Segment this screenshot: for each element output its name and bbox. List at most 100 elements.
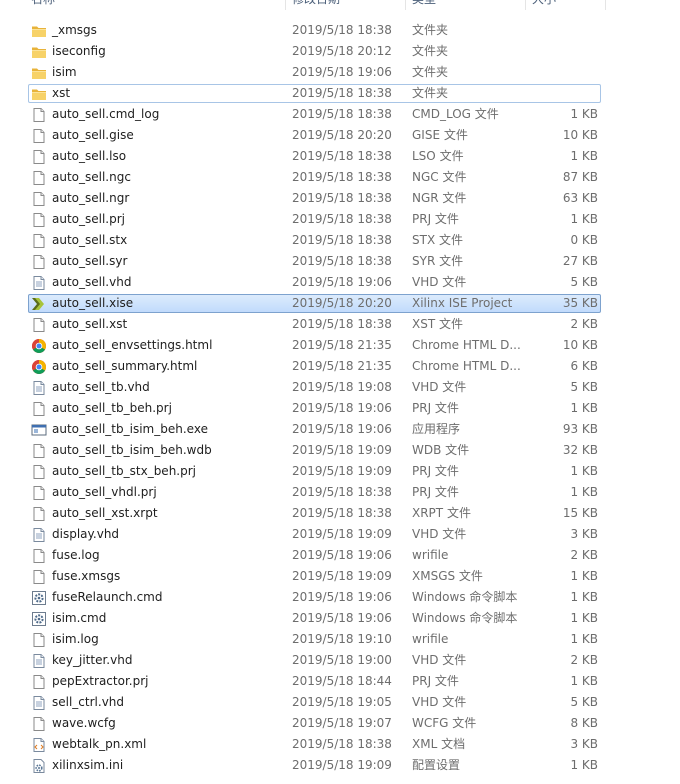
folder-icon: [31, 86, 47, 102]
file-size: [520, 84, 598, 103]
file-icon: [31, 506, 47, 522]
column-type-header[interactable]: 类型: [412, 0, 436, 10]
file-date: 2019/5/18 19:10: [292, 632, 392, 646]
file-row[interactable]: auto_sell_tb.vhd 2019/5/18 19:08 VHD 文件 5 K…: [0, 378, 680, 399]
column-name-header[interactable]: 名称: [31, 0, 55, 10]
file-row[interactable]: auto_sell_xst.xrpt 2019/5/18 18:38 XRPT 文件…: [0, 504, 680, 525]
file-row[interactable]: auto_sell.xst 2019/5/18 18:38 XST 文件 2 KB: [0, 315, 680, 336]
file-type: NGC 文件: [412, 170, 467, 184]
column-divider[interactable]: [605, 0, 606, 10]
file-row[interactable]: sell_ctrl.vhd 2019/5/18 19:05 VHD 文件 5 KB: [0, 693, 680, 714]
file-size: 1 KB: [570, 464, 598, 478]
file-type: 文件夹: [412, 65, 449, 79]
file-row[interactable]: auto_sell_summary.html 2019/5/18 21:35 Chr…: [0, 357, 680, 378]
file-row[interactable]: auto_sell_tb_isim_beh.exe 2019/5/18 19:06…: [0, 420, 680, 441]
file-date: 2019/5/18 19:09: [292, 758, 392, 772]
file-row[interactable]: xilinxsim.ini 2019/5/18 19:09 配置设置 1 KB: [0, 756, 680, 777]
file-row[interactable]: auto_sell.ngr 2019/5/18 18:38 NGR 文件 63 KB: [0, 189, 680, 210]
file-row[interactable]: auto_sell.stx 2019/5/18 18:38 STX 文件 0 KB: [0, 231, 680, 252]
file-type: Chrome HTML D...: [412, 359, 521, 373]
file-name: fuse.log: [52, 548, 100, 562]
file-name: isim.log: [52, 632, 99, 646]
file-size: 1 KB: [570, 212, 598, 226]
file-row[interactable]: auto_sell_tb_beh.prj 2019/5/18 19:06 PRJ 文…: [0, 399, 680, 420]
column-divider[interactable]: [285, 0, 286, 10]
file-name: auto_sell.gise: [52, 128, 134, 142]
column-divider[interactable]: [405, 0, 406, 10]
file-date: 2019/5/18 19:06: [292, 422, 392, 436]
file-size: 1 KB: [570, 485, 598, 499]
file-icon: [31, 569, 47, 585]
file-name: xilinxsim.ini: [52, 758, 124, 772]
file-size: 5 KB: [570, 695, 598, 709]
file-row[interactable]: isim.cmd 2019/5/18 19:06 Windows 命令脚本 1 KB: [0, 609, 680, 630]
file-row[interactable]: auto_sell_tb_stx_beh.prj 2019/5/18 19:09 P…: [0, 462, 680, 483]
file-name: isim.cmd: [52, 611, 107, 625]
file-type: wrifile: [412, 632, 449, 646]
folder-row[interactable]: _xmsgs 2019/5/18 18:38 文件夹: [0, 21, 680, 42]
file-row[interactable]: auto_sell.vhd 2019/5/18 19:06 VHD 文件 5 KB: [0, 273, 680, 294]
column-date-header[interactable]: 修改日期: [292, 0, 340, 10]
file-row[interactable]: fuse.xmsgs 2019/5/18 19:09 XMSGS 文件 1 KB: [0, 567, 680, 588]
file-size: 1 KB: [570, 632, 598, 646]
file-date: 2019/5/18 18:44: [292, 674, 392, 688]
file-type: wrifile: [412, 548, 449, 562]
file-size: [520, 63, 598, 82]
file-name: auto_sell_tb_isim_beh.exe: [52, 422, 208, 436]
file-size: 10 KB: [562, 338, 598, 352]
file-name: auto_sell.cmd_log: [52, 107, 160, 121]
file-row[interactable]: auto_sell.gise 2019/5/18 20:20 GISE 文件 10 K…: [0, 126, 680, 147]
folder-row[interactable]: iseconfig 2019/5/18 20:12 文件夹: [0, 42, 680, 63]
file-row[interactable]: auto_sell_vhdl.prj 2019/5/18 18:38 PRJ 文件 1…: [0, 483, 680, 504]
file-row[interactable]: auto_sell.xise 2019/5/18 20:20 Xilinx ISE …: [0, 294, 680, 315]
file-name: auto_sell_tb_isim_beh.wdb: [52, 443, 212, 457]
column-divider[interactable]: [525, 0, 526, 10]
file-date: 2019/5/18 19:05: [292, 695, 392, 709]
folder-icon: [31, 65, 47, 81]
file-row[interactable]: auto_sell.ngc 2019/5/18 18:38 NGC 文件 87 KB: [0, 168, 680, 189]
file-type: Xilinx ISE Project: [412, 296, 513, 310]
text-file-icon: [31, 695, 47, 711]
file-row[interactable]: auto_sell.cmd_log 2019/5/18 18:38 CMD_LOG …: [0, 105, 680, 126]
file-name: auto_sell.syr: [52, 254, 128, 268]
folder-row[interactable]: xst 2019/5/18 18:38 文件夹: [0, 84, 680, 105]
file-row[interactable]: pepExtractor.prj 2019/5/18 18:44 PRJ 文件 1 K…: [0, 672, 680, 693]
file-size: 0 KB: [570, 233, 598, 247]
file-row[interactable]: webtalk_pn.xml 2019/5/18 18:38 XML 文档 3 KB: [0, 735, 680, 756]
file-row[interactable]: auto_sell.lso 2019/5/18 18:38 LSO 文件 1 KB: [0, 147, 680, 168]
file-date: 2019/5/18 18:38: [292, 86, 392, 100]
file-date: 2019/5/18 18:38: [292, 254, 392, 268]
file-size: 35 KB: [562, 296, 598, 310]
file-size: 15 KB: [562, 506, 598, 520]
file-row[interactable]: display.vhd 2019/5/18 19:09 VHD 文件 3 KB: [0, 525, 680, 546]
file-row[interactable]: auto_sell_tb_isim_beh.wdb 2019/5/18 19:09…: [0, 441, 680, 462]
file-row[interactable]: auto_sell.prj 2019/5/18 18:38 PRJ 文件 1 KB: [0, 210, 680, 231]
ini-gear-icon: [31, 758, 47, 774]
file-type: VHD 文件: [412, 653, 467, 667]
folder-row[interactable]: isim 2019/5/18 19:06 文件夹: [0, 63, 680, 84]
file-row[interactable]: auto_sell.syr 2019/5/18 18:38 SYR 文件 27 KB: [0, 252, 680, 273]
file-date: 2019/5/18 21:35: [292, 338, 392, 352]
file-size: 32 KB: [562, 443, 598, 457]
column-size-header[interactable]: 大小: [532, 0, 556, 10]
file-row[interactable]: fuse.log 2019/5/18 19:06 wrifile 2 KB: [0, 546, 680, 567]
file-date: 2019/5/18 19:09: [292, 464, 392, 478]
file-name: _xmsgs: [52, 23, 97, 37]
file-row[interactable]: auto_sell_envsettings.html 2019/5/18 21:3…: [0, 336, 680, 357]
file-date: 2019/5/18 18:38: [292, 737, 392, 751]
file-size: 5 KB: [570, 275, 598, 289]
file-name: fuseRelaunch.cmd: [52, 590, 163, 604]
file-name: auto_sell.vhd: [52, 275, 132, 289]
file-row[interactable]: fuseRelaunch.cmd 2019/5/18 19:06 Windows 命…: [0, 588, 680, 609]
file-type: PRJ 文件: [412, 401, 459, 415]
file-type: XMSGS 文件: [412, 569, 483, 583]
file-row[interactable]: key_jitter.vhd 2019/5/18 19:00 VHD 文件 2 KB: [0, 651, 680, 672]
file-date: 2019/5/18 18:38: [292, 233, 392, 247]
file-type: GISE 文件: [412, 128, 468, 142]
xml-doc-icon: [31, 737, 47, 753]
file-name: pepExtractor.prj: [52, 674, 149, 688]
file-type: WDB 文件: [412, 443, 470, 457]
file-row[interactable]: isim.log 2019/5/18 19:10 wrifile 1 KB: [0, 630, 680, 651]
file-type: 文件夹: [412, 44, 449, 58]
file-row[interactable]: wave.wcfg 2019/5/18 19:07 WCFG 文件 8 KB: [0, 714, 680, 735]
